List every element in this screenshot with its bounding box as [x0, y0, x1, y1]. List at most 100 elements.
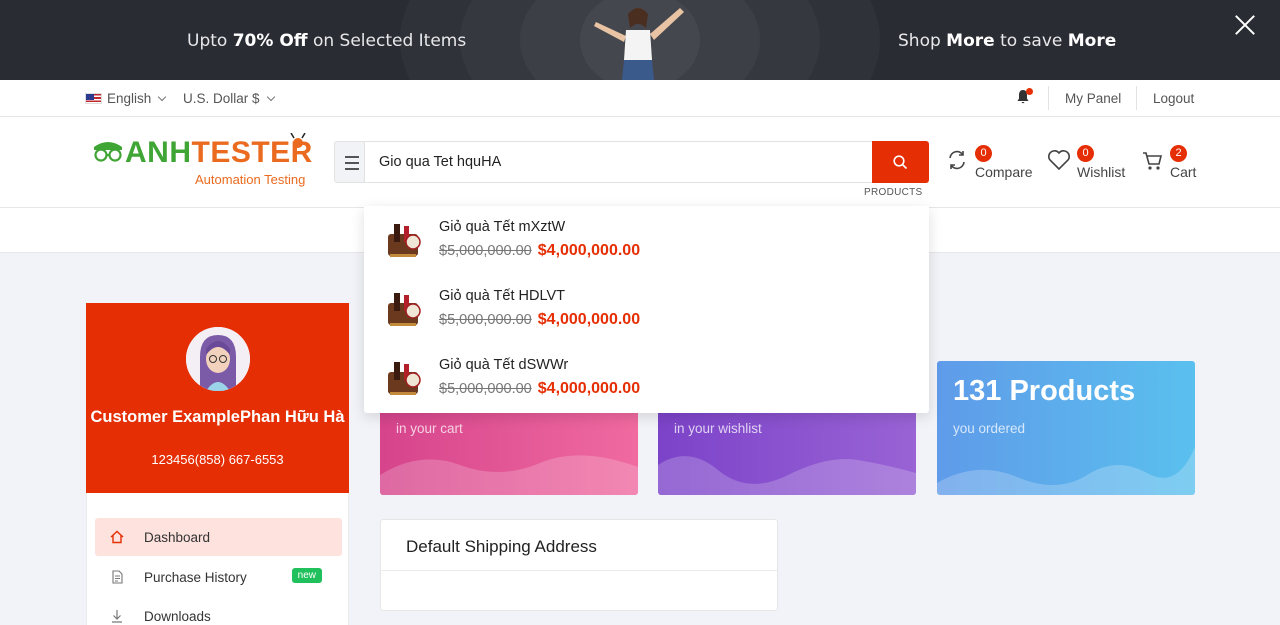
orders-summary-card: 131 Products you ordered [937, 361, 1195, 495]
us-flag-icon [85, 93, 102, 104]
card-caption: in your wishlist [674, 421, 762, 436]
sidebar-item-dashboard[interactable]: Dashboard [95, 518, 342, 556]
main-header: ANHTESTER Automation Testing 0 Compare 0… [0, 117, 1280, 208]
heart-icon [1048, 150, 1070, 171]
hamburger-line [345, 162, 359, 164]
cart-link[interactable]: 2 Cart [1142, 145, 1200, 183]
promo-left-text: Upto 70% Off on Selected Items [187, 31, 466, 51]
card-value: 131 Products [953, 375, 1136, 407]
card-wave [937, 447, 1195, 495]
avatar[interactable] [186, 327, 250, 391]
product-price: $5,000,000.00 $4,000,000.00 [439, 311, 640, 329]
notification-dot [1026, 88, 1033, 95]
cart-icon [1143, 152, 1163, 170]
chevron-down-icon [266, 92, 275, 101]
promo-text-part: to save [994, 31, 1068, 51]
wishlist-link[interactable]: 0 Wishlist [1047, 145, 1129, 183]
notification-bell-icon[interactable] [1016, 88, 1033, 105]
shipping-address-panel: Default Shipping Address [380, 519, 778, 611]
promo-woman-image [594, 8, 684, 80]
divider [381, 570, 777, 571]
logo-anh: ANH [125, 136, 192, 169]
card-wave [658, 456, 916, 495]
hamburger-line [345, 168, 359, 170]
search-icon [893, 155, 908, 170]
sale-price: $4,000,000.00 [537, 242, 641, 259]
search-input[interactable] [364, 141, 873, 183]
logo-wordmark: ANHTESTER [125, 136, 313, 170]
close-banner-icon[interactable] [1234, 14, 1256, 36]
compare-label: Compare [975, 164, 1033, 180]
divider [1136, 86, 1137, 110]
glasses-logo-icon [94, 142, 122, 162]
divider [1048, 86, 1049, 110]
chevron-down-icon [158, 92, 167, 101]
cart-count-badge: 2 [1170, 145, 1187, 162]
product-thumbnail [388, 362, 421, 395]
wishlist-count-badge: 0 [1077, 145, 1094, 162]
search-result-item[interactable]: Giỏ quà Tết HDLVT $5,000,000.00 $4,000,0… [364, 275, 929, 344]
document-icon [112, 570, 123, 584]
sale-price: $4,000,000.00 [537, 380, 641, 397]
card-caption: you ordered [953, 421, 1026, 436]
my-panel-label: My Panel [1065, 91, 1122, 106]
promo-right-text: Shop More to save More [898, 31, 1116, 51]
sidebar-item-label: Purchase History [144, 569, 247, 585]
promo-text-part: Shop [898, 31, 947, 51]
sidebar-item-label: Downloads [144, 608, 211, 624]
sidebar-item-downloads[interactable]: Downloads [95, 597, 342, 625]
logout-label: Logout [1153, 91, 1195, 106]
search-result-item[interactable]: Giỏ quà Tết mXztW $5,000,000.00 $4,000,0… [364, 206, 929, 275]
search-result-item[interactable]: Giỏ quà Tết dSWWr $5,000,000.00 $4,000,0… [364, 344, 929, 413]
compare-count-badge: 0 [975, 145, 992, 162]
logo-tagline: Automation Testing [195, 172, 306, 187]
profile-card: Customer ExamplePhan Hữu Hà 123456(858) … [86, 303, 349, 493]
product-price: $5,000,000.00 $4,000,000.00 [439, 242, 640, 260]
promo-banner[interactable]: Upto 70% Off on Selected Items Shop More… [0, 0, 1280, 80]
promo-emphasis: More [1067, 31, 1117, 51]
search-results-section-label: PRODUCTS [864, 187, 923, 198]
site-logo[interactable]: ANHTESTER Automation Testing [92, 133, 318, 191]
sidebar-item-label: Dashboard [144, 529, 211, 545]
old-price: $5,000,000.00 [439, 381, 532, 397]
download-icon [112, 610, 122, 623]
search-button[interactable] [872, 141, 929, 183]
product-price: $5,000,000.00 $4,000,000.00 [439, 380, 640, 398]
promo-text-part: on Selected Items [307, 31, 467, 51]
promo-discount: 70% Off [232, 31, 308, 51]
bug-logo-icon [290, 133, 306, 148]
product-thumbnail [388, 224, 421, 257]
sidebar-menu: Dashboard Purchase History new Downloads [86, 493, 349, 625]
compare-link[interactable]: 0 Compare [946, 145, 1036, 183]
product-name: Giỏ quà Tết dSWWr [439, 357, 569, 373]
category-menu-button[interactable] [334, 141, 365, 183]
card-wave [380, 455, 638, 495]
cart-label: Cart [1170, 164, 1197, 180]
language-label: English [107, 91, 152, 106]
currency-label: U.S. Dollar $ [183, 91, 260, 106]
top-bar: English U.S. Dollar $ My Panel Logout [0, 80, 1280, 117]
search-results-dropdown: Giỏ quà Tết mXztW $5,000,000.00 $4,000,0… [364, 206, 929, 413]
profile-name: Customer ExamplePhan Hữu Hà [90, 408, 345, 426]
sidebar-item-purchase-history[interactable]: Purchase History new [95, 558, 342, 596]
shipping-title: Default Shipping Address [406, 537, 597, 556]
promo-emphasis: More [946, 31, 995, 51]
hamburger-line [345, 156, 359, 158]
product-thumbnail [388, 293, 421, 326]
avatar-image [186, 327, 250, 391]
compare-icon [949, 150, 965, 170]
promo-text-part: Upto [187, 31, 233, 51]
wishlist-label: Wishlist [1077, 164, 1126, 180]
language-selector[interactable]: English [85, 91, 167, 106]
product-name: Giỏ quà Tết mXztW [439, 219, 566, 235]
home-icon [110, 530, 124, 544]
product-name: Giỏ quà Tết HDLVT [439, 288, 565, 304]
my-panel-link[interactable]: My Panel [1065, 91, 1121, 106]
sale-price: $4,000,000.00 [537, 311, 641, 328]
old-price: $5,000,000.00 [439, 243, 532, 259]
profile-phone: 123456(858) 667-6553 [151, 452, 284, 467]
currency-selector[interactable]: U.S. Dollar $ [183, 91, 275, 106]
old-price: $5,000,000.00 [439, 312, 532, 328]
logout-link[interactable]: Logout [1153, 91, 1194, 106]
new-badge: new [291, 568, 322, 583]
